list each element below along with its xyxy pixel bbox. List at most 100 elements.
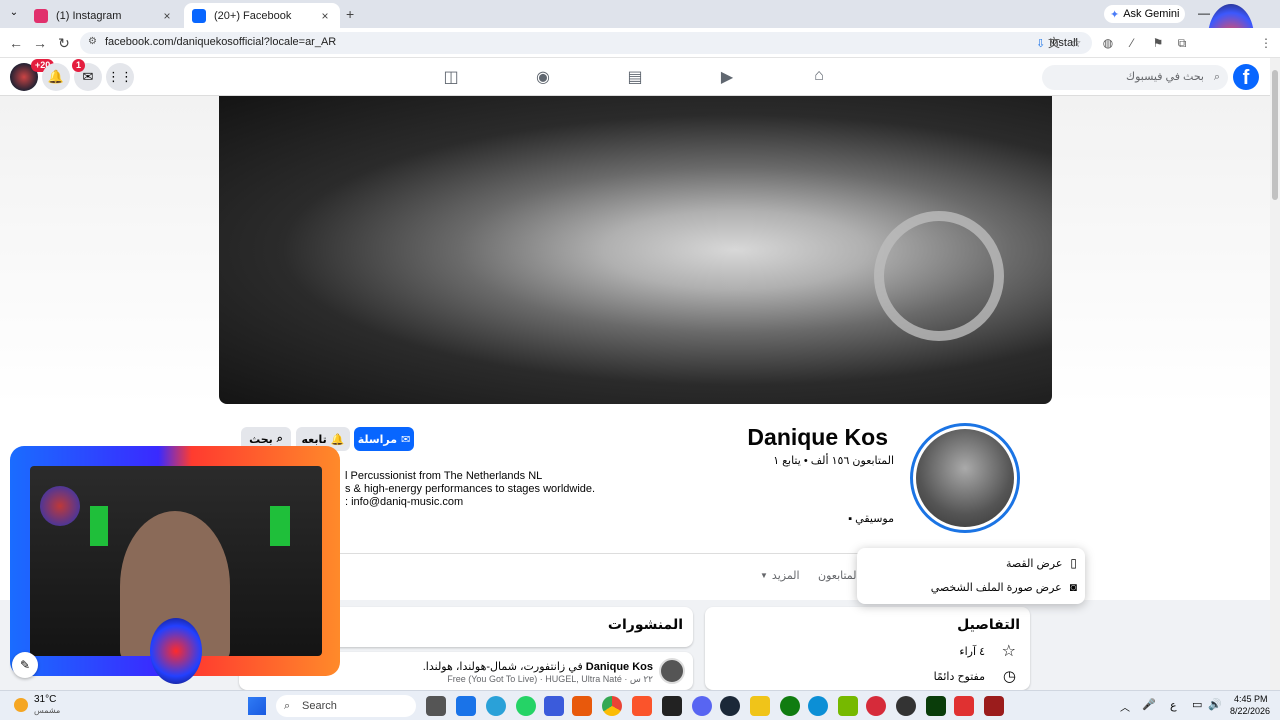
close-icon[interactable]: ×: [318, 9, 332, 23]
app-icon[interactable]: [926, 696, 946, 716]
profile-name: Danique Kos: [747, 424, 888, 450]
address-bar[interactable]: ⚙ facebook.com/daniquekosofficial?locale…: [80, 32, 1092, 54]
whatsapp-icon[interactable]: [516, 696, 536, 716]
neon-sign: [90, 506, 108, 546]
app-icon[interactable]: [456, 696, 476, 716]
profile-category: موسيقي ▪: [848, 512, 894, 525]
weather-sun-icon[interactable]: [14, 698, 28, 712]
edge-icon[interactable]: [808, 696, 828, 716]
clock-date[interactable]: 8/22/2026: [1230, 706, 1270, 716]
app-icon[interactable]: [984, 696, 1004, 716]
tab-title: (1) Instagram: [56, 9, 122, 22]
ask-gemini-label: Ask Gemini: [1123, 8, 1180, 20]
clock-icon: ◷: [1002, 668, 1016, 685]
tab-followers[interactable]: المتابعون: [818, 569, 860, 582]
translate-icon[interactable]: 文: [1046, 35, 1062, 51]
search-label: Search: [302, 700, 337, 712]
neon-logo: [40, 486, 80, 526]
app-icon[interactable]: [954, 696, 974, 716]
tab-instagram[interactable]: (1) Instagram ×: [26, 3, 182, 28]
volume-icon[interactable]: 🔊: [1208, 698, 1222, 711]
reload-icon[interactable]: ↻: [54, 33, 74, 53]
app-icon[interactable]: [866, 696, 886, 716]
video-icon[interactable]: ▶: [716, 67, 738, 87]
ask-gemini-button[interactable]: ✦ Ask Gemini: [1104, 5, 1186, 23]
back-arrow-icon[interactable]: ←: [6, 33, 26, 53]
extension-globe-icon[interactable]: ◍: [1100, 35, 1116, 51]
telegram-icon[interactable]: [486, 696, 506, 716]
nvidia-icon[interactable]: [838, 696, 858, 716]
search-icon: ⌕: [1213, 71, 1220, 83]
bio-line-1: l Percussionist from The Netherlands NL: [345, 470, 543, 482]
scrollbar-thumb[interactable]: [1272, 70, 1278, 200]
network-icon[interactable]: ▭: [1192, 698, 1202, 711]
brave-icon[interactable]: [632, 696, 652, 716]
facebook-logo[interactable]: f: [1233, 64, 1259, 90]
extension-icon[interactable]: ⚑: [1150, 35, 1166, 51]
notifications-bell-icon[interactable]: 🔔: [42, 63, 70, 91]
page-scrollbar[interactable]: [1270, 58, 1280, 690]
marketplace-icon[interactable]: ▤: [624, 67, 646, 87]
search-placeholder: بحث في فيسبوك: [1126, 71, 1204, 83]
app-icon[interactable]: [572, 696, 592, 716]
menu-item-view-profile-picture[interactable]: ◙ عرض صورة الملف الشخصي: [931, 576, 1077, 598]
app-icon[interactable]: [896, 696, 916, 716]
app-icon[interactable]: [662, 696, 682, 716]
facebook-search-input[interactable]: بحث في فيسبوك ⌕: [1042, 65, 1228, 90]
gemini-icon: ✦: [1110, 8, 1120, 21]
menu-kebab-icon[interactable]: ⋮: [1258, 35, 1274, 51]
install-icon: ⇩: [1036, 37, 1046, 50]
instagram-icon: [34, 8, 48, 23]
close-icon[interactable]: ×: [160, 9, 174, 23]
channel-emblem: [150, 618, 202, 684]
tambourine-image: [874, 211, 1004, 341]
menu-grid-icon[interactable]: ⋮⋮: [106, 63, 134, 91]
post-author[interactable]: Danique Kos: [586, 661, 653, 673]
book-icon: ▯: [1070, 556, 1077, 570]
new-tab-button[interactable]: +: [346, 6, 354, 22]
chevron-down-icon: ▼: [760, 571, 768, 580]
gaming-icon[interactable]: ◫: [440, 67, 462, 87]
microphone-icon[interactable]: 🎤: [1142, 698, 1156, 711]
groups-icon[interactable]: ◉: [532, 67, 554, 87]
chevron-up-icon[interactable]: ︿: [1120, 699, 1130, 714]
posts-title: المنشورات: [607, 616, 683, 632]
tab-list-chevron-icon[interactable]: ⌄: [6, 7, 22, 23]
app-icon[interactable]: [544, 696, 564, 716]
star-icon[interactable]: ☆: [1068, 35, 1084, 51]
post-header: Danique Kos في زانتفورت، شمال-هولندا، هو…: [423, 660, 653, 673]
discord-icon[interactable]: [692, 696, 712, 716]
reviews-text[interactable]: ٤ آراء: [959, 645, 985, 658]
xbox-icon[interactable]: [780, 696, 800, 716]
webcam-overlay: ✎: [0, 418, 346, 690]
site-info-icon[interactable]: ⚙: [88, 36, 97, 47]
profile-avatar[interactable]: [910, 423, 1020, 533]
facebook-icon: [192, 8, 206, 23]
language-indicator[interactable]: ع: [1170, 699, 1177, 712]
details-title: التفاصيل: [957, 616, 1020, 632]
tab-more[interactable]: ▼ المزيد: [760, 569, 800, 583]
forward-arrow-icon[interactable]: →: [30, 33, 50, 53]
cover-photo[interactable]: [219, 96, 1052, 404]
user-circle-icon: ◙: [1069, 580, 1077, 594]
bio-line-3[interactable]: : info@daniq-music.com: [345, 496, 463, 508]
start-windows-icon[interactable]: [248, 697, 266, 715]
extension-slash-icon[interactable]: ⁄: [1124, 35, 1140, 51]
chrome-icon[interactable]: [602, 696, 622, 716]
weather-temp: 31°C: [34, 694, 57, 705]
message-button[interactable]: مراسلة ✉: [354, 427, 414, 451]
minimize-icon[interactable]: —: [1198, 6, 1210, 20]
steam-icon[interactable]: [720, 696, 740, 716]
taskbar-search[interactable]: ⌕ Search: [276, 695, 416, 717]
clock-time[interactable]: 4:45 PM: [1234, 694, 1268, 704]
profile-stats[interactable]: المتابعون ١٥٦ ألف • يتابع ١: [773, 454, 894, 467]
edit-icon[interactable]: ✎: [12, 652, 38, 678]
home-icon[interactable]: ⌂: [808, 67, 830, 87]
messenger-badge: 1: [72, 59, 86, 72]
puzzle-icon[interactable]: ⧉: [1174, 35, 1190, 51]
tab-facebook[interactable]: (20+) Facebook ×: [184, 3, 340, 28]
post-author-avatar[interactable]: [659, 658, 685, 684]
taskview-icon[interactable]: [426, 696, 446, 716]
menu-item-view-story[interactable]: ▯ عرض القصة: [1006, 552, 1077, 574]
file-explorer-icon[interactable]: [750, 696, 770, 716]
